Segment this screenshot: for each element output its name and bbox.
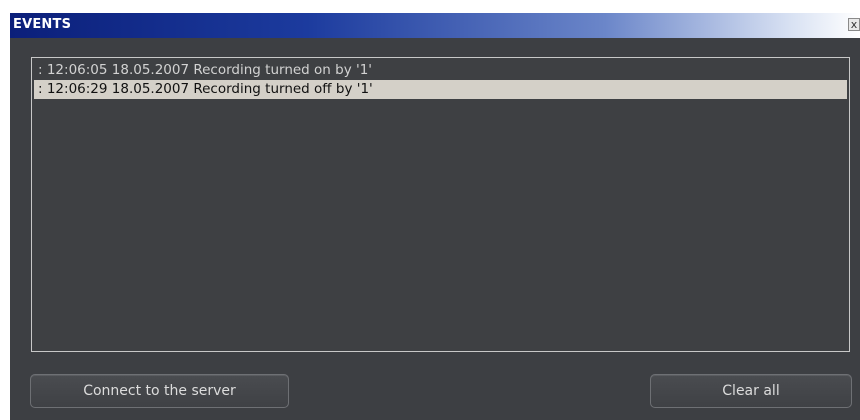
close-icon[interactable]: x [848,18,860,31]
events-window: EVENTS x : 12:06:05 18.05.2007 Recording… [10,13,860,420]
connect-to-server-button[interactable]: Connect to the server [30,374,289,408]
list-item[interactable]: : 12:06:29 18.05.2007 Recording turned o… [34,80,847,99]
event-text: : 12:06:05 18.05.2007 Recording turned o… [38,62,373,78]
clear-all-button[interactable]: Clear all [650,374,852,408]
event-text: : 12:06:29 18.05.2007 Recording turned o… [38,81,373,97]
title-bar[interactable]: EVENTS x [10,13,860,38]
list-item[interactable]: : 12:06:05 18.05.2007 Recording turned o… [34,61,847,80]
window-title: EVENTS [13,17,72,32]
events-list[interactable]: : 12:06:05 18.05.2007 Recording turned o… [31,57,850,352]
